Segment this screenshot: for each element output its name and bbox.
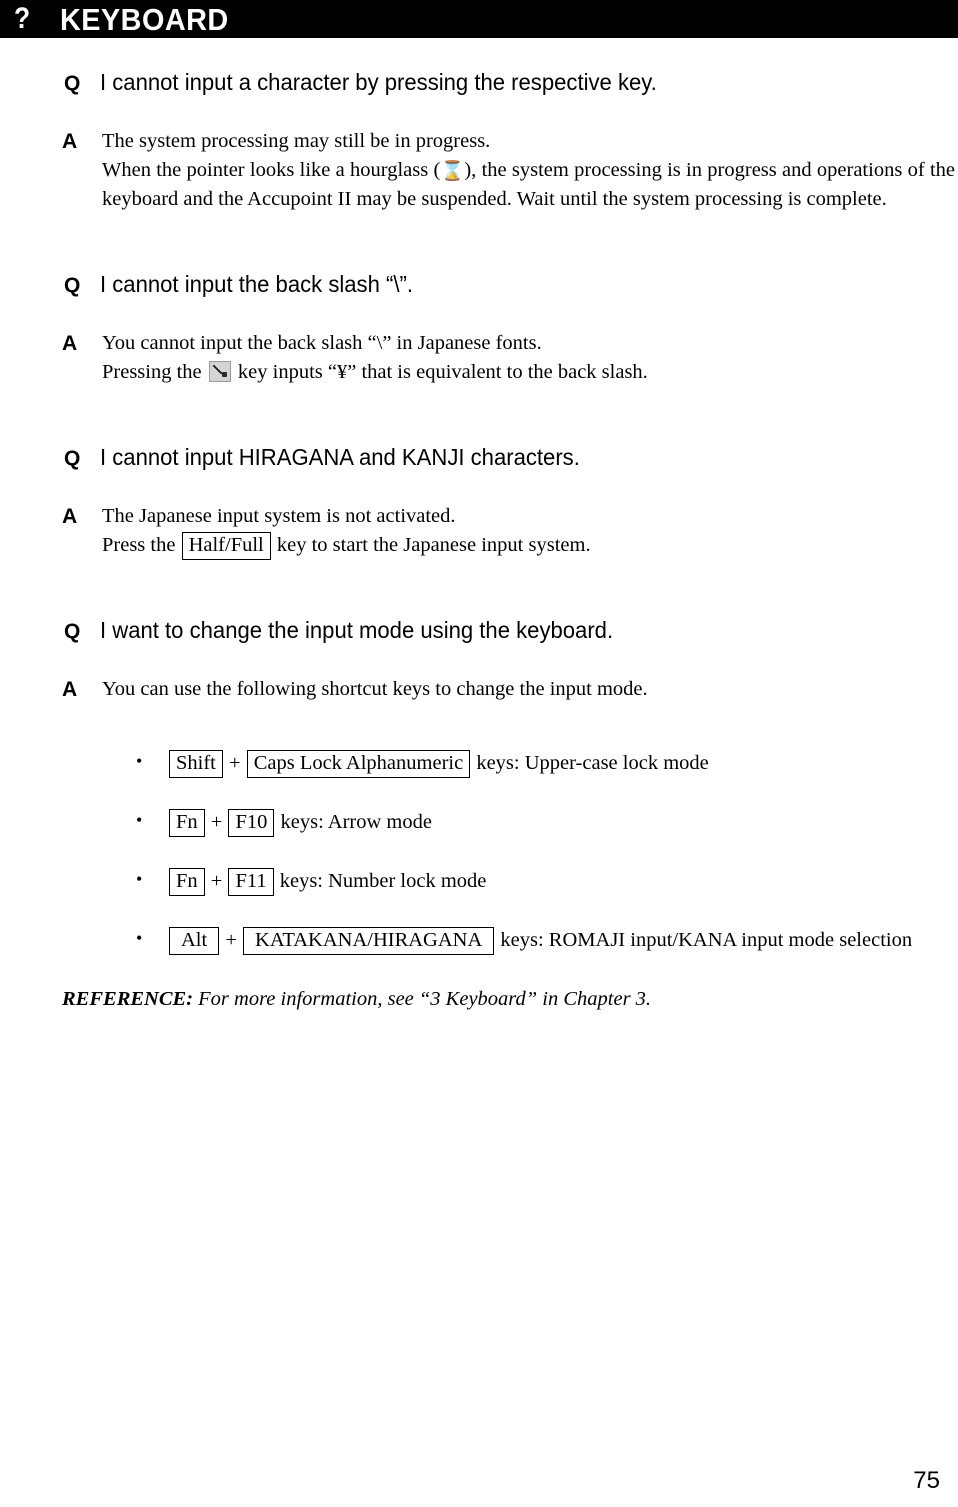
keycap-alt[interactable]: Alt bbox=[169, 926, 220, 955]
list-item: • Alt + KATAKANA/HIRAGANA keys: ROMAJI i… bbox=[0, 926, 958, 955]
qa-block-3: Q I cannot input HIRAGANA and KANJI char… bbox=[0, 443, 958, 560]
keycap-f11[interactable]: F11 bbox=[228, 867, 274, 896]
answer-line: Pressing the key inputs “¥” that is equi… bbox=[102, 358, 955, 387]
keycap-half-full[interactable]: Half/Full bbox=[181, 531, 271, 560]
question-row-4: Q I want to change the input mode using … bbox=[0, 616, 958, 645]
list-item-body: Fn + F10 keys: Arrow mode bbox=[168, 808, 955, 837]
page-header-bar: ? KEYBOARD bbox=[0, 0, 958, 38]
list-item-tail: keys: ROMAJI input/KANA input mode selec… bbox=[495, 928, 913, 951]
answer-row-4: A You can use the following shortcut key… bbox=[0, 675, 958, 705]
answer-body: The Japanese input system is not activat… bbox=[102, 502, 955, 560]
answer-line-fragment: When the pointer looks like a hourglass … bbox=[102, 158, 441, 181]
question-row-1: Q I cannot input a character by pressing… bbox=[0, 68, 958, 97]
keycap-fn[interactable]: Fn bbox=[169, 867, 205, 896]
answer-row-3: A The Japanese input system is not activ… bbox=[0, 502, 958, 560]
page-number: 75 bbox=[913, 1467, 940, 1494]
question-marker: Q bbox=[64, 274, 81, 298]
answer-body: You can use the following shortcut keys … bbox=[102, 675, 955, 704]
plus-sign: + bbox=[229, 751, 241, 774]
qa-block-1: Q I cannot input a character by pressing… bbox=[0, 68, 958, 214]
answer-row-1: A The system processing may still be in … bbox=[0, 127, 958, 214]
page-content: Q I cannot input a character by pressing… bbox=[0, 38, 958, 1014]
question-mark-icon: ? bbox=[14, 2, 31, 35]
list-item: • Fn + F11 keys: Number lock mode bbox=[0, 867, 958, 896]
answer-line: The Japanese input system is not activat… bbox=[102, 504, 456, 527]
question-text: I cannot input HIRAGANA and KANJI charac… bbox=[100, 444, 580, 471]
page-title: KEYBOARD bbox=[60, 1, 230, 37]
answer-line-fragment: Pressing the bbox=[102, 360, 207, 383]
list-item: • Fn + F10 keys: Arrow mode bbox=[0, 808, 958, 837]
answer-line-fragment: key to start the Japanese input system. bbox=[271, 533, 591, 556]
qa-block-4: Q I want to change the input mode using … bbox=[0, 616, 958, 955]
list-item-tail: keys: Arrow mode bbox=[275, 810, 432, 833]
plus-sign: + bbox=[210, 810, 223, 833]
plus-sign: + bbox=[210, 869, 223, 892]
question-row-3: Q I cannot input HIRAGANA and KANJI char… bbox=[0, 443, 958, 472]
answer-line: You cannot input the back slash “\” in J… bbox=[102, 331, 542, 354]
reference-label: REFERENCE: bbox=[62, 988, 194, 1011]
question-text: I cannot input a character by pressing t… bbox=[100, 69, 657, 95]
bullet-glyph: • bbox=[136, 809, 143, 830]
bullet-glyph: • bbox=[136, 927, 143, 948]
keycap-katakana-hiragana[interactable]: KATAKANA/HIRAGANA bbox=[243, 926, 495, 955]
question-marker: Q bbox=[64, 620, 81, 644]
backslash-key-icon bbox=[208, 360, 231, 382]
plus-sign: + bbox=[225, 928, 237, 951]
answer-row-2: A You cannot input the back slash “\” in… bbox=[0, 329, 958, 387]
list-item-body: Shift + Caps Lock Alphanumeric keys: Upp… bbox=[168, 749, 955, 778]
keycap-shift[interactable]: Shift bbox=[169, 749, 223, 778]
answer-marker: A bbox=[62, 129, 78, 153]
list-item: • Shift + Caps Lock Alphanumeric keys: U… bbox=[0, 749, 958, 778]
bullet-glyph: • bbox=[136, 750, 143, 771]
question-text: I want to change the input mode using th… bbox=[100, 617, 614, 644]
reference-note: REFERENCE: For more information, see “3 … bbox=[0, 985, 958, 1014]
keycap-fn[interactable]: Fn bbox=[169, 808, 205, 837]
answer-body: You cannot input the back slash “\” in J… bbox=[102, 329, 955, 387]
list-item-body: Fn + F11 keys: Number lock mode bbox=[168, 867, 955, 896]
question-marker: Q bbox=[64, 447, 81, 471]
keycap-caps-lock-alphanumeric[interactable]: Caps Lock Alphanumeric bbox=[246, 749, 471, 778]
answer-marker: A bbox=[62, 331, 78, 355]
question-text: I cannot input the back slash “\”. bbox=[100, 271, 413, 298]
hourglass-icon: ⌛ bbox=[440, 159, 465, 182]
answer-line-fragment: key inputs “¥” that is equivalent to the… bbox=[232, 360, 648, 383]
answer-paragraph: When the pointer looks like a hourglass … bbox=[102, 156, 955, 214]
answer-marker: A bbox=[62, 677, 78, 701]
qa-block-2: Q I cannot input the back slash “\”. A Y… bbox=[0, 270, 958, 387]
answer-line: The system processing may still be in pr… bbox=[102, 129, 491, 152]
list-item-body: Alt + KATAKANA/HIRAGANA keys: ROMAJI inp… bbox=[168, 926, 955, 955]
reference-text: For more information, see “3 Keyboard” i… bbox=[193, 988, 652, 1011]
shortcut-key-list: • Shift + Caps Lock Alphanumeric keys: U… bbox=[0, 749, 958, 955]
keycap-f10[interactable]: F10 bbox=[228, 808, 275, 837]
answer-line-fragment: Press the bbox=[102, 533, 181, 556]
list-item-tail: keys: Number lock mode bbox=[274, 869, 487, 892]
list-item-tail: keys: Upper-case lock mode bbox=[471, 751, 709, 774]
question-marker: Q bbox=[64, 72, 81, 95]
question-row-2: Q I cannot input the back slash “\”. bbox=[0, 270, 958, 299]
bullet-glyph: • bbox=[136, 868, 143, 889]
answer-line: You can use the following shortcut keys … bbox=[102, 677, 648, 700]
answer-body: The system processing may still be in pr… bbox=[102, 127, 955, 214]
answer-line: Press the Half/Full key to start the Jap… bbox=[102, 531, 955, 560]
answer-marker: A bbox=[62, 504, 78, 528]
